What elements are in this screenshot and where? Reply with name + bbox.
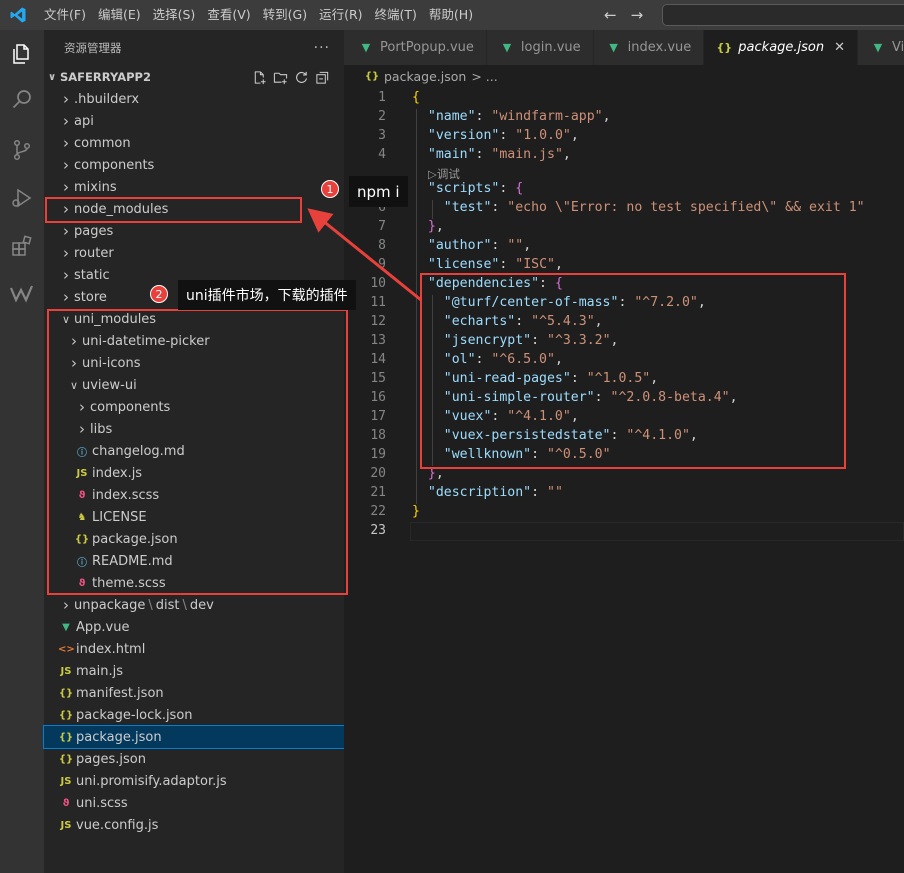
annotation-callout-uni-plugins: uni插件市场，下载的插件 [178,280,356,310]
annotation-badge-2: 2 [150,285,168,303]
annotation-callout-npm: npm i [349,176,408,207]
annotation-badge-1: 1 [321,180,339,198]
annotation-arrow [307,208,422,302]
